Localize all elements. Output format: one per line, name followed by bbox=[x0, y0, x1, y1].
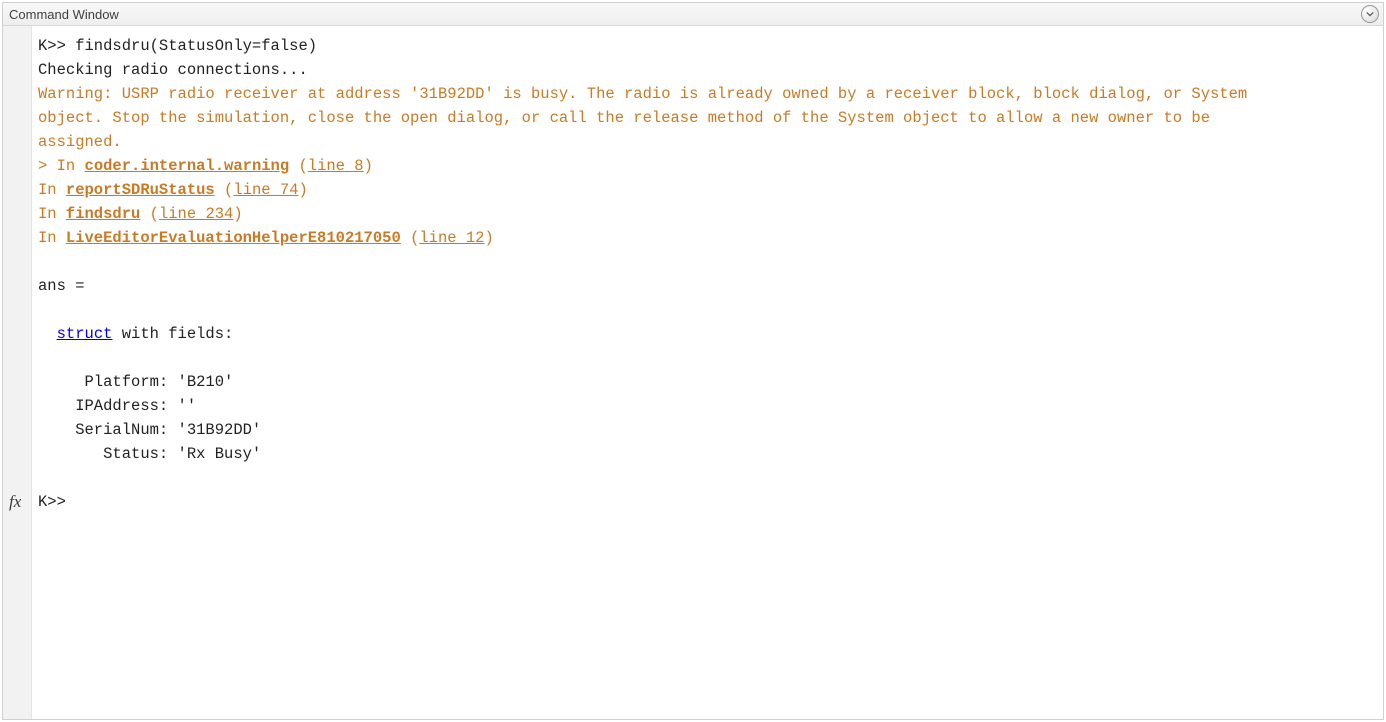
struct-field: Status: 'Rx Busy' bbox=[38, 445, 261, 463]
command-window-titlebar: Command Window bbox=[3, 3, 1383, 26]
command-window-body: fx K>> findsdru(StatusOnly=false) Checki… bbox=[3, 26, 1383, 719]
trace-line-link[interactable]: line 74 bbox=[233, 181, 298, 199]
trace-prefix: In bbox=[38, 205, 66, 223]
struct-field: IPAddress: '' bbox=[38, 397, 196, 415]
warning-text: assigned. bbox=[38, 133, 131, 151]
panel-menu-button[interactable] bbox=[1361, 5, 1379, 23]
command-window-content[interactable]: K>> findsdru(StatusOnly=false) Checking … bbox=[32, 26, 1383, 719]
entered-command: findsdru(StatusOnly=false) bbox=[66, 37, 317, 55]
ans-label: ans = bbox=[38, 277, 85, 295]
trace-function-link[interactable]: LiveEditorEvaluationHelperE810217050 bbox=[66, 229, 401, 247]
command-window-panel: Command Window fx K>> findsdru(StatusOnl… bbox=[2, 2, 1384, 720]
warning-text: Warning: USRP radio receiver at address … bbox=[38, 85, 1247, 103]
struct-field: SerialNum: '31B92DD' bbox=[38, 421, 261, 439]
warning-text: object. Stop the simulation, close the o… bbox=[38, 109, 1210, 127]
trace-line-link[interactable]: line 234 bbox=[159, 205, 233, 223]
trace-prefix: In bbox=[38, 181, 66, 199]
struct-link[interactable]: struct bbox=[57, 325, 113, 343]
status-line: Checking radio connections... bbox=[38, 61, 308, 79]
fx-browser-button[interactable]: fx bbox=[9, 492, 21, 512]
command-window-gutter: fx bbox=[3, 26, 32, 719]
prompt: K>> bbox=[38, 37, 66, 55]
struct-text: with fields: bbox=[112, 325, 233, 343]
trace-function-link[interactable]: coder.internal.warning bbox=[85, 157, 290, 175]
prompt: K>> bbox=[38, 493, 75, 511]
trace-line-link[interactable]: line 12 bbox=[419, 229, 484, 247]
trace-prefix: In bbox=[38, 229, 66, 247]
trace-function-link[interactable]: findsdru bbox=[66, 205, 140, 223]
trace-function-link[interactable]: reportSDRuStatus bbox=[66, 181, 215, 199]
struct-field: Platform: 'B210' bbox=[38, 373, 233, 391]
trace-prefix: > In bbox=[38, 157, 85, 175]
trace-line-link[interactable]: line 8 bbox=[308, 157, 364, 175]
chevron-down-icon bbox=[1366, 10, 1374, 18]
command-window-title: Command Window bbox=[9, 7, 119, 22]
